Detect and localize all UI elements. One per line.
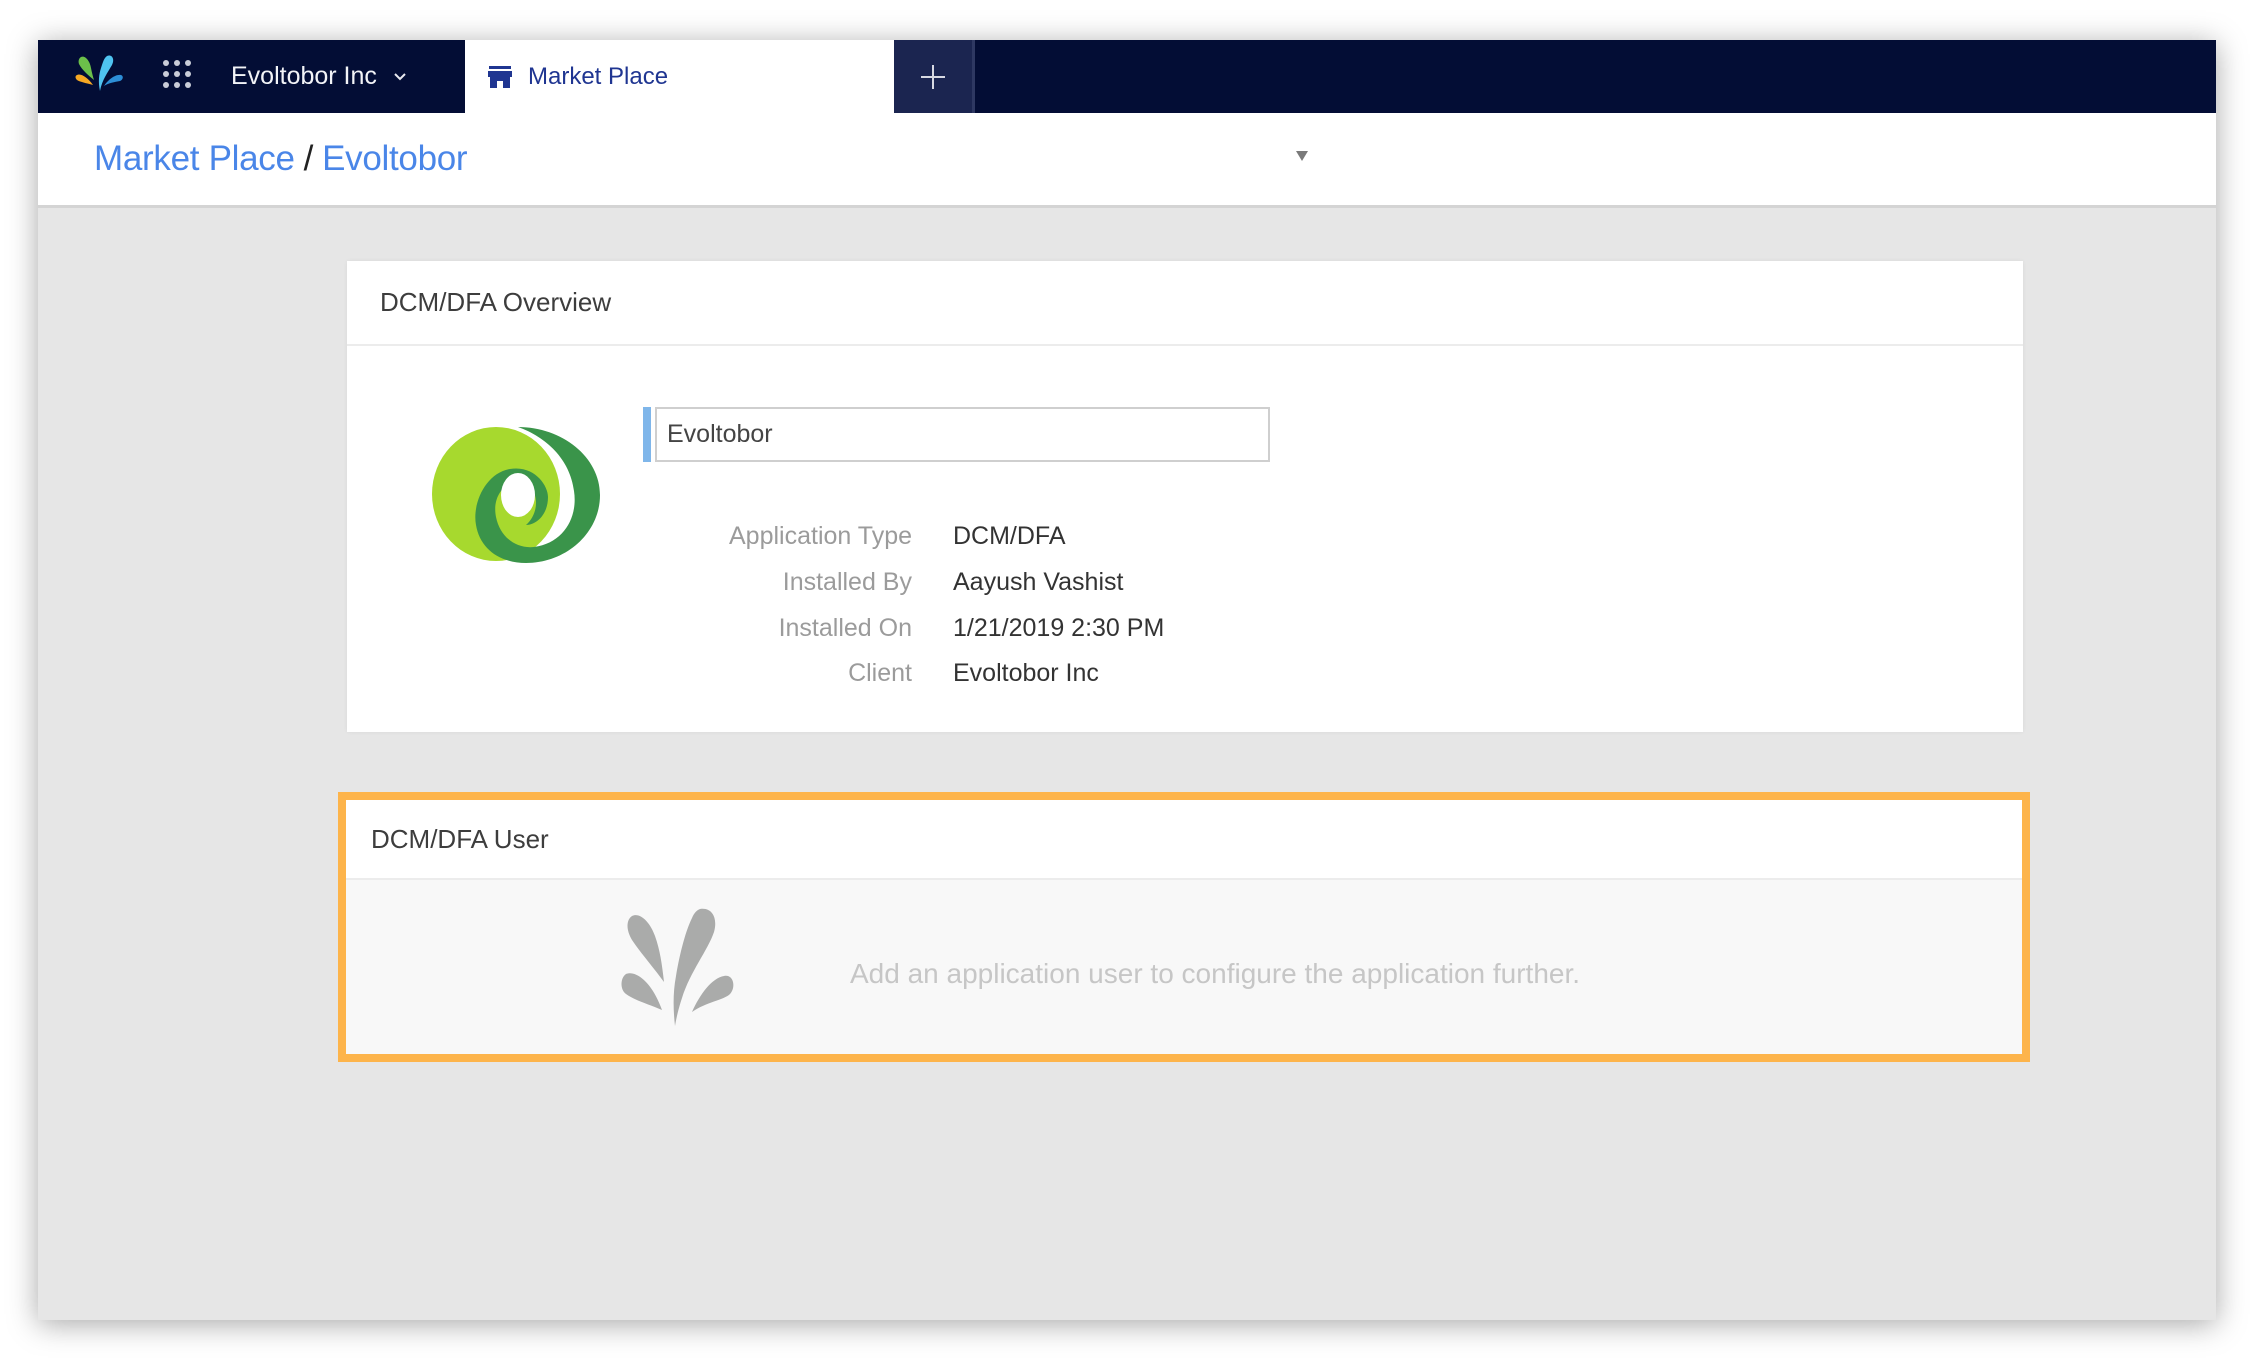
detail-label: Application Type — [729, 521, 912, 550]
detail-value: Evoltobor Inc — [953, 658, 1099, 687]
detail-row-installed-on: Installed On 1/21/2019 2:30 PM — [677, 608, 1377, 648]
user-card: DCM/DFA User Add an application user to … — [346, 800, 2022, 1054]
detail-label: Client — [848, 658, 912, 687]
breadcrumb-market-place[interactable]: Market Place — [94, 139, 295, 179]
app-launcher-grid-icon[interactable] — [163, 60, 191, 88]
breadcrumb-separator: / — [303, 139, 314, 178]
detail-value: 1/21/2019 2:30 PM — [953, 613, 1165, 642]
detail-row-application-type: Application Type DCM/DFA — [677, 516, 1377, 556]
detail-value: Aayush Vashist — [953, 567, 1124, 596]
tab-label: Market Place — [528, 62, 669, 90]
top-navbar: Evoltobor Inc Market Place — [38, 40, 2216, 113]
user-card-title: DCM/DFA User — [346, 800, 2022, 880]
app-window: Evoltobor Inc Market Place Market Place … — [38, 40, 2216, 1320]
detail-value: DCM/DFA — [953, 521, 1066, 550]
breadcrumb-bar: Market Place / Evoltobor — [38, 113, 2216, 208]
detail-row-client: Client Evoltobor Inc — [677, 653, 1377, 693]
brand-logo-icon[interactable] — [75, 54, 124, 92]
empty-state-message: Add an application user to configure the… — [850, 958, 1581, 989]
breadcrumb: Market Place / Evoltobor — [94, 113, 468, 205]
app-name-field — [643, 407, 1270, 462]
plus-icon — [921, 64, 945, 89]
detail-label: Installed By — [782, 567, 912, 596]
store-icon — [488, 65, 512, 88]
splash-placeholder-icon — [621, 908, 734, 1026]
user-card-highlight: DCM/DFA User Add an application user to … — [338, 792, 2030, 1062]
doubleclick-logo-icon — [432, 427, 600, 563]
breadcrumb-evoltobor[interactable]: Evoltobor — [322, 139, 467, 179]
input-focus-accent — [643, 407, 651, 462]
overview-card: DCM/DFA Overview Application Type — [347, 261, 2023, 732]
chevron-down-icon — [394, 72, 406, 80]
app-name-input[interactable] — [655, 407, 1270, 462]
detail-row-installed-by: Installed By Aayush Vashist — [677, 562, 1377, 602]
caret-down-icon[interactable] — [1294, 149, 1310, 163]
org-name: Evoltobor Inc — [231, 62, 377, 90]
new-tab-button[interactable] — [894, 40, 975, 113]
tab-market-place[interactable]: Market Place — [465, 40, 894, 113]
detail-label: Installed On — [778, 613, 912, 642]
overview-card-title: DCM/DFA Overview — [347, 261, 2023, 346]
org-switcher[interactable]: Evoltobor Inc — [231, 40, 407, 113]
